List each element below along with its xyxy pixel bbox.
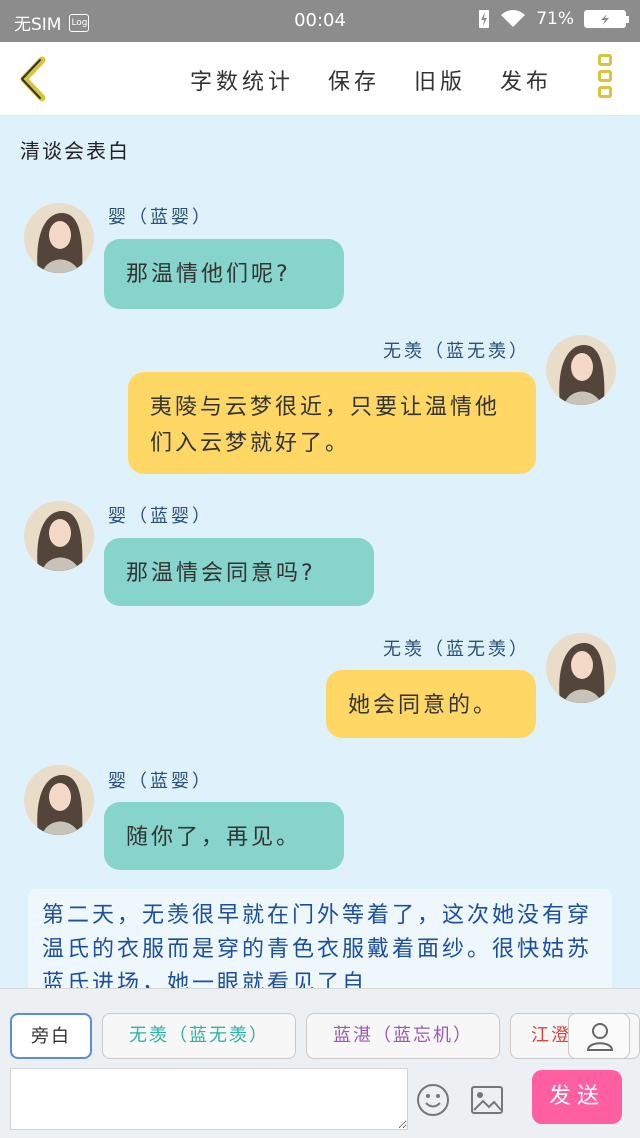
add-role-button[interactable] bbox=[568, 1013, 630, 1059]
composer: 旁白 无羡（蓝无羡） 蓝湛（蓝忘机） 江澄 发送 bbox=[0, 988, 640, 1138]
user-icon bbox=[586, 1023, 614, 1051]
avatar[interactable] bbox=[24, 765, 94, 835]
message-bubble[interactable]: 夷陵与云梦很近，只要让温情他们入云梦就好了。 bbox=[128, 372, 536, 474]
role-chip-row[interactable]: 旁白 无羡（蓝无羡） 蓝湛（蓝忘机） 江澄 bbox=[10, 1013, 640, 1061]
speaker-name: 婴（蓝婴） bbox=[108, 506, 213, 527]
message-input[interactable] bbox=[10, 1068, 408, 1130]
emoji-icon[interactable] bbox=[416, 1083, 450, 1117]
avatar[interactable] bbox=[24, 203, 94, 273]
avatar[interactable] bbox=[546, 335, 616, 405]
save-button[interactable]: 保存 bbox=[328, 64, 380, 96]
narration-block[interactable]: 第二天，无羡很早就在门外等着了，这次她没有穿温氏的衣服而是穿的青色衣服戴着面纱。… bbox=[28, 889, 612, 988]
speaker-name: 无羡（蓝无羡） bbox=[383, 341, 530, 362]
charging-icon bbox=[479, 10, 490, 28]
battery-icon bbox=[584, 10, 629, 28]
word-count-button[interactable]: 字数统计 bbox=[190, 64, 294, 96]
conversation-area[interactable]: 清谈会表白 婴（蓝婴） 那温情他们呢? 无羡（蓝无羡） 夷陵与云梦很近，只要让温… bbox=[0, 117, 640, 988]
chip-lanzhan[interactable]: 蓝湛（蓝忘机） bbox=[306, 1013, 500, 1059]
send-button[interactable]: 发送 bbox=[532, 1070, 622, 1124]
more-menu-icon[interactable] bbox=[598, 54, 616, 104]
publish-button[interactable]: 发布 bbox=[500, 64, 552, 96]
top-toolbar: 字数统计 保存 旧版 发布 bbox=[0, 42, 640, 116]
message-bubble[interactable]: 那温情他们呢? bbox=[104, 239, 344, 309]
story-title: 清谈会表白 bbox=[20, 139, 130, 163]
battery-percent: 71% bbox=[536, 9, 574, 29]
wifi-icon bbox=[501, 10, 526, 27]
chip-wuxian[interactable]: 无羡（蓝无羡） bbox=[102, 1013, 296, 1059]
message-bubble[interactable]: 那温情会同意吗? bbox=[104, 538, 374, 606]
avatar[interactable] bbox=[24, 501, 94, 571]
message-bubble[interactable]: 随你了，再见。 bbox=[104, 802, 344, 870]
speaker-name: 婴（蓝婴） bbox=[108, 771, 213, 792]
avatar[interactable] bbox=[546, 633, 616, 703]
back-arrow-icon[interactable] bbox=[16, 56, 52, 102]
old-version-button[interactable]: 旧版 bbox=[414, 64, 466, 96]
speaker-name: 无羡（蓝无羡） bbox=[383, 639, 530, 660]
message-bubble[interactable]: 她会同意的。 bbox=[326, 670, 536, 738]
chip-narration[interactable]: 旁白 bbox=[10, 1013, 92, 1059]
speaker-name: 婴（蓝婴） bbox=[108, 207, 213, 228]
image-icon[interactable] bbox=[470, 1085, 504, 1115]
status-bar: 无SIM Log 00:04 71% bbox=[0, 0, 640, 42]
